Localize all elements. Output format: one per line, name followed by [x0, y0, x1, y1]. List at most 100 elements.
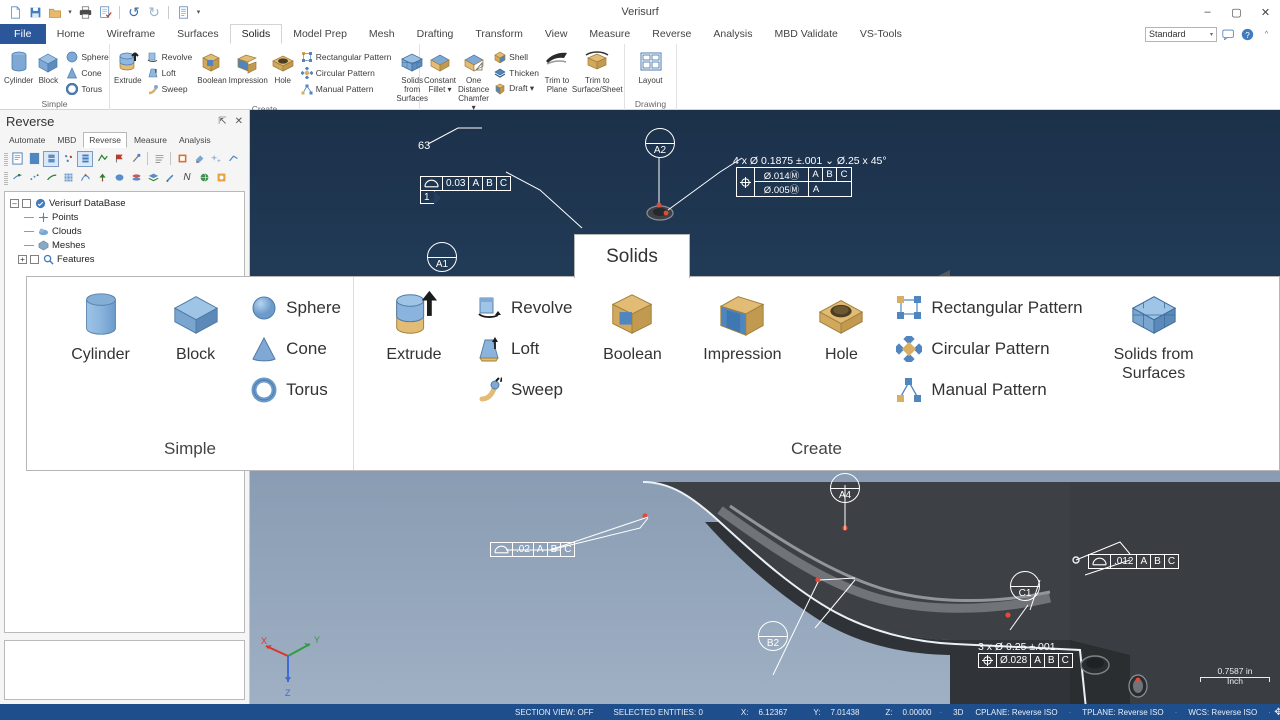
ribbon-layout-button[interactable]: Layout — [629, 47, 672, 85]
tab-wireframe[interactable]: Wireframe — [96, 24, 166, 44]
flyout-block-button[interactable]: Block — [148, 285, 243, 364]
ribbon-rectangular-pattern-button[interactable]: Rectangular Pattern — [298, 49, 395, 64]
datum-balloon-a4[interactable]: A4 — [830, 473, 860, 503]
tab-mbd-validate[interactable]: MBD Validate — [763, 24, 848, 44]
ribbon-trim-to-surface-button[interactable]: Trim to Surface/Sheet — [572, 47, 623, 94]
flyout-rectangular-pattern-button[interactable]: Rectangular Pattern — [888, 291, 1090, 325]
ribbon-circular-pattern-button[interactable]: Circular Pattern — [298, 65, 395, 80]
ribbon-shell-button[interactable]: Shell — [491, 49, 542, 64]
ribbon-draft-button[interactable]: Draft ▾ — [491, 81, 542, 96]
flyout-tab-header[interactable]: Solids — [574, 234, 690, 278]
customize-qat-icon[interactable]: ▾ — [194, 3, 203, 21]
flyout-loft-button[interactable]: Loft — [468, 332, 580, 366]
undo-icon[interactable]: ↺ — [125, 3, 143, 21]
patch-icon[interactable] — [111, 170, 127, 186]
report-icon[interactable] — [174, 151, 190, 167]
new-database-icon[interactable] — [9, 151, 25, 167]
datum-balloon-a2[interactable]: A2 — [645, 128, 675, 158]
flyout-impression-button[interactable]: Impression — [684, 285, 800, 364]
comment-icon[interactable] — [1221, 27, 1236, 42]
flyout-torus-button[interactable]: Torus — [243, 373, 349, 407]
tab-analysis[interactable]: Analysis — [702, 24, 763, 44]
collapse-ribbon-icon[interactable]: ^ — [1259, 27, 1274, 42]
status-wcs[interactable]: WCS: Reverse ISO — [1178, 708, 1267, 717]
measure-tool-icon[interactable] — [225, 151, 241, 167]
tree-expander-features[interactable]: + — [18, 254, 27, 264]
tree-node-meshes[interactable]: Meshes — [8, 238, 241, 252]
flyout-boolean-button[interactable]: Boolean — [580, 285, 684, 364]
status-cplane[interactable]: CPLANE: Reverse ISO — [973, 708, 1067, 717]
save-icon[interactable] — [26, 3, 44, 21]
ribbon-revolve-button[interactable]: Revolve — [144, 49, 196, 64]
ribbon-extrude-button[interactable]: Extrude — [114, 47, 142, 85]
layers-icon[interactable] — [145, 170, 161, 186]
tree-node-features[interactable]: + Features — [8, 252, 241, 266]
datum-balloon-c1[interactable]: C1 — [1010, 571, 1040, 601]
tab-home[interactable]: Home — [46, 24, 96, 44]
tab-file[interactable]: File — [0, 24, 46, 44]
pin-icon[interactable]: ⇱ — [218, 116, 226, 127]
brush-icon[interactable] — [162, 170, 178, 186]
fill-page-icon[interactable] — [26, 151, 42, 167]
tab-vs-tools[interactable]: VS-Tools — [849, 24, 913, 44]
toolbar-grip[interactable] — [4, 151, 8, 166]
ribbon-thicken-button[interactable]: Thicken — [491, 65, 542, 80]
tab-mesh[interactable]: Mesh — [358, 24, 406, 44]
dock-tab-reverse[interactable]: Reverse — [83, 132, 127, 148]
tab-measure[interactable]: Measure — [578, 24, 641, 44]
gnomon-icon[interactable]: ✥ — [1272, 706, 1280, 719]
mesh-compare-icon[interactable] — [94, 151, 110, 167]
style-select[interactable]: Standard ▾ — [1145, 26, 1217, 42]
best-fit-icon[interactable] — [77, 150, 93, 167]
dock-tab-automate[interactable]: Automate — [4, 132, 50, 148]
ribbon-constant-fillet-button[interactable]: Constant Fillet ▾ — [424, 47, 456, 94]
ribbon-impression-button[interactable]: Impression — [229, 47, 268, 85]
flyout-solids-from-surfaces-button[interactable]: Solids from Surfaces — [1091, 285, 1217, 383]
open-folder-icon[interactable] — [46, 3, 64, 21]
minimize-button[interactable]: – — [1193, 0, 1222, 24]
mesh-grid-icon[interactable] — [60, 170, 76, 186]
paint-icon[interactable] — [191, 151, 207, 167]
ribbon-sphere-button[interactable]: Sphere — [63, 49, 111, 64]
flyout-circular-pattern-button[interactable]: Circular Pattern — [888, 332, 1090, 366]
tree-node-points[interactable]: Points — [8, 210, 241, 224]
flyout-sphere-button[interactable]: Sphere — [243, 291, 349, 325]
datum-balloon-a1[interactable]: A1 — [427, 242, 457, 272]
print-preview-icon[interactable] — [96, 3, 114, 21]
nurbs-icon[interactable]: N — [179, 170, 195, 186]
ribbon-trim-to-plane-button[interactable]: Trim to Plane — [544, 47, 570, 94]
section-icon[interactable] — [43, 170, 59, 186]
maximize-button[interactable]: ▢ — [1222, 0, 1251, 24]
print-icon[interactable] — [76, 3, 94, 21]
ribbon-block-button[interactable]: Block — [35, 47, 61, 85]
close-icon[interactable]: ✕ — [235, 116, 243, 127]
ribbon-boolean-button[interactable]: Boolean — [197, 47, 227, 85]
ribbon-torus-button[interactable]: Torus — [63, 81, 111, 96]
redo-icon[interactable]: ↻ — [145, 3, 163, 21]
flyout-cone-button[interactable]: Cone — [243, 332, 349, 366]
curve-fit-icon[interactable] — [77, 170, 93, 186]
flag-icon[interactable] — [111, 151, 127, 167]
status-section-view[interactable]: SECTION VIEW: OFF — [505, 708, 604, 717]
tree-expander-database[interactable]: – — [10, 198, 19, 208]
tree-checkbox-features[interactable] — [30, 254, 39, 264]
properties-icon[interactable] — [174, 3, 192, 21]
status-selected-entities[interactable]: SELECTED ENTITIES: 0 — [604, 708, 713, 717]
probe-icon[interactable] — [128, 151, 144, 167]
ribbon-cone-button[interactable]: Cone — [63, 65, 111, 80]
ribbon-hole-button[interactable]: Hole — [270, 47, 296, 85]
surface-point-icon[interactable] — [9, 170, 25, 186]
toolbar-grip-2[interactable] — [4, 170, 8, 185]
tab-reverse[interactable]: Reverse — [641, 24, 702, 44]
flyout-manual-pattern-button[interactable]: Manual Pattern — [888, 373, 1090, 407]
close-button[interactable]: ✕ — [1251, 0, 1280, 24]
tree-checkbox-database[interactable] — [22, 198, 31, 208]
datum-balloon-b2[interactable]: B2 — [758, 621, 788, 651]
tree-icon[interactable] — [94, 170, 110, 186]
sparkle-icon[interactable] — [208, 151, 224, 167]
dropdown-caret-icon[interactable]: ▾ — [66, 3, 74, 21]
tab-drafting[interactable]: Drafting — [406, 24, 465, 44]
help-icon[interactable]: ? — [1240, 27, 1255, 42]
ribbon-loft-button[interactable]: Loft — [144, 65, 196, 80]
tab-model-prep[interactable]: Model Prep — [282, 24, 358, 44]
